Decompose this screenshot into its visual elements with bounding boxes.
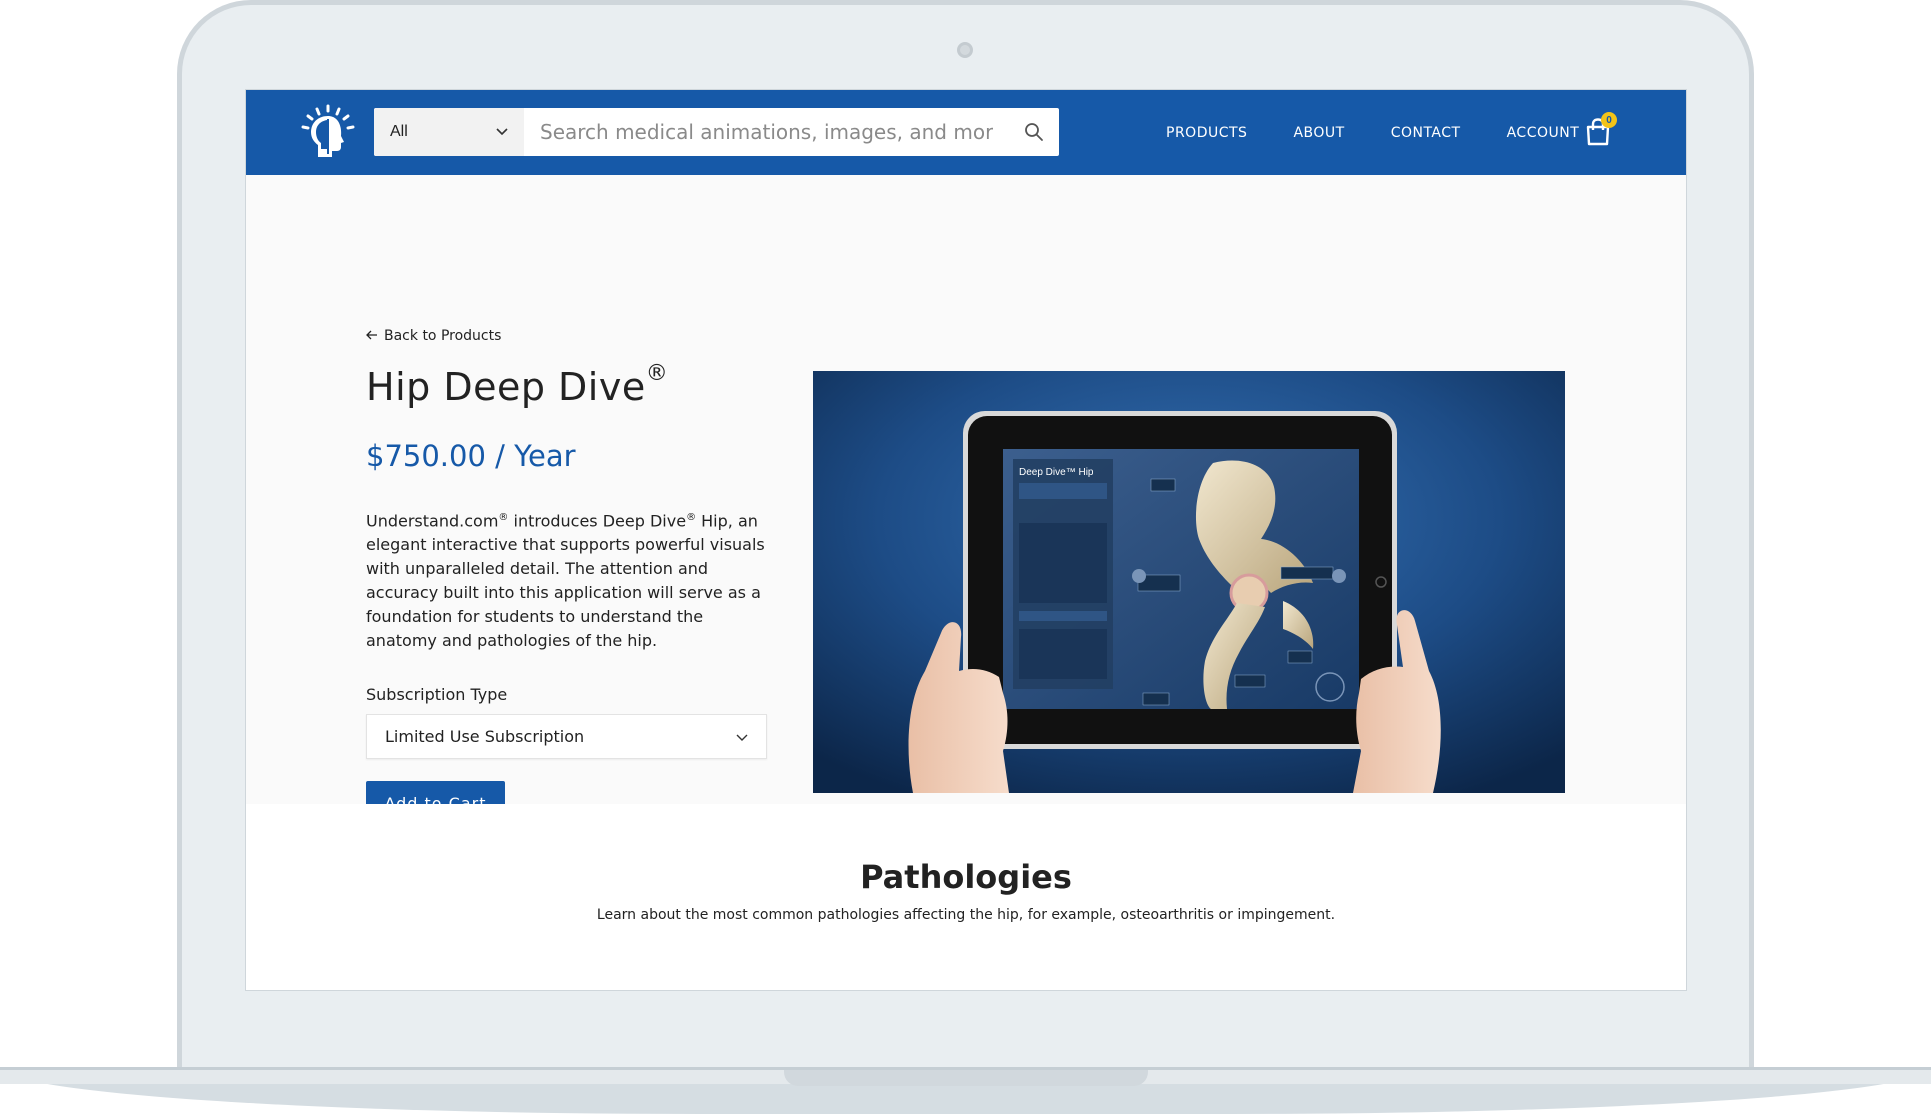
laptop-camera bbox=[957, 42, 973, 58]
subscription-type-label: Subscription Type bbox=[366, 685, 508, 704]
pathologies-section: Pathologies Learn about the most common … bbox=[246, 804, 1686, 990]
product-section: Back to Products Hip Deep Dive® $750.00 … bbox=[246, 175, 1686, 825]
pathologies-description: Learn about the most common pathologies … bbox=[596, 907, 1336, 923]
search-icon[interactable] bbox=[1009, 108, 1059, 156]
description-part1: introduces Deep Dive bbox=[508, 511, 687, 531]
browser-screen: All PRODUCTS ABOUT CONTACT ACCOUNT 0 bbox=[245, 89, 1687, 991]
shopping-bag-icon bbox=[1585, 118, 1611, 150]
chevron-down-icon bbox=[496, 123, 508, 141]
product-title-text: Hip Deep Dive bbox=[366, 365, 646, 409]
nav-products[interactable]: PRODUCTS bbox=[1166, 125, 1247, 141]
search-input[interactable] bbox=[524, 108, 1009, 156]
product-title: Hip Deep Dive® bbox=[366, 361, 668, 409]
chevron-down-icon bbox=[736, 727, 748, 746]
nav-about[interactable]: ABOUT bbox=[1293, 125, 1344, 141]
lightbulb-head-logo-icon[interactable] bbox=[300, 104, 356, 160]
nav-account[interactable]: ACCOUNT bbox=[1507, 125, 1580, 141]
pathologies-title: Pathologies bbox=[860, 858, 1072, 896]
product-price: $750.00 / Year bbox=[366, 439, 576, 473]
cart-button[interactable]: 0 bbox=[1585, 112, 1617, 150]
search-category-value: All bbox=[390, 123, 408, 140]
search-category-select[interactable]: All bbox=[374, 108, 524, 156]
description-brand: Understand.com bbox=[366, 511, 499, 531]
laptop-notch bbox=[784, 1070, 1148, 1086]
cart-count-badge: 0 bbox=[1601, 112, 1617, 128]
description-part2: Hip, an elegant interactive that support… bbox=[366, 511, 765, 651]
nav-contact[interactable]: CONTACT bbox=[1391, 125, 1461, 141]
main-nav: PRODUCTS ABOUT CONTACT ACCOUNT bbox=[1166, 90, 1625, 175]
product-description: Understand.com® introduces Deep Dive® Hi… bbox=[366, 506, 776, 653]
product-image: Deep Dive™ Hip bbox=[813, 371, 1565, 793]
back-to-products-link[interactable]: Back to Products bbox=[366, 328, 501, 344]
svg-text:Deep Dive™ Hip: Deep Dive™ Hip bbox=[1019, 467, 1094, 478]
registered-mark: ® bbox=[686, 512, 697, 523]
arrow-left-icon bbox=[366, 328, 378, 344]
search-bar: All bbox=[374, 108, 1059, 156]
registered-mark: ® bbox=[645, 361, 669, 386]
back-link-label: Back to Products bbox=[384, 328, 502, 344]
subscription-type-select[interactable]: Limited Use Subscription bbox=[366, 714, 767, 759]
registered-mark: ® bbox=[498, 512, 509, 523]
site-header: All PRODUCTS ABOUT CONTACT ACCOUNT 0 bbox=[246, 90, 1686, 175]
subscription-type-value: Limited Use Subscription bbox=[385, 727, 585, 746]
